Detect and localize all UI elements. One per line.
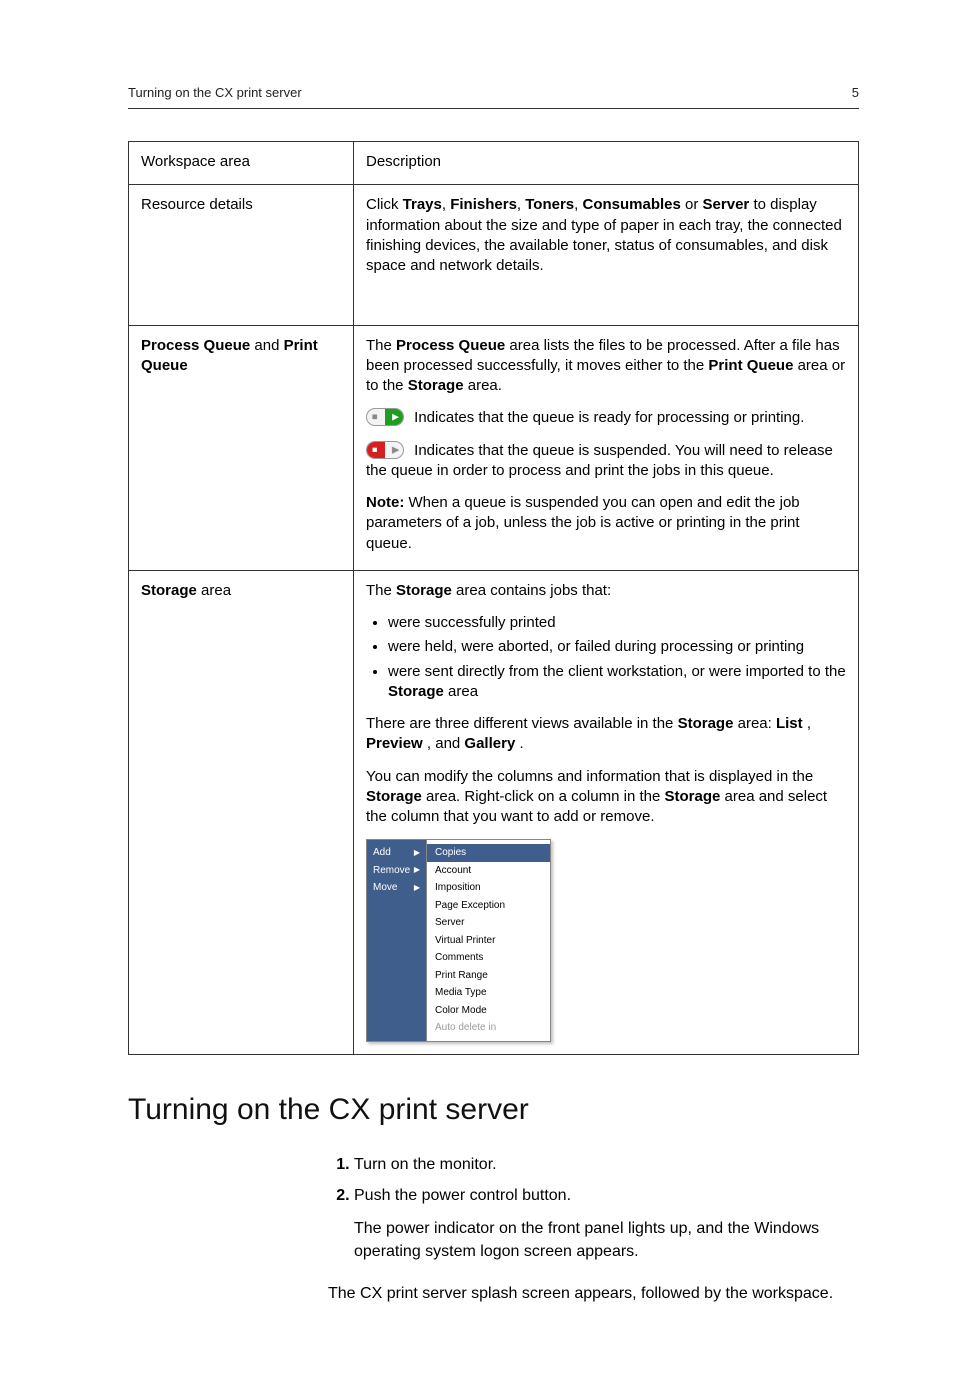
menu-item-remove[interactable]: Remove▶ (367, 862, 426, 880)
step-2: Push the power control button. The power… (354, 1184, 859, 1264)
steps-list: Turn on the monitor. Push the power cont… (328, 1153, 859, 1264)
bold: Gallery (464, 735, 515, 752)
bold: Trays (403, 196, 442, 213)
bold: Storage (366, 788, 422, 805)
text: Push the power control button. (354, 1187, 571, 1204)
bold: Finishers (450, 196, 517, 213)
section-trail: The CX print server splash screen appear… (328, 1282, 859, 1305)
page-number: 5 (852, 85, 859, 100)
text: area (448, 683, 478, 700)
text: area contains jobs that: (456, 582, 611, 599)
submenu-item-color-mode[interactable]: Color Mode (427, 1002, 550, 1020)
submenu-item-virtual-printer[interactable]: Virtual Printer (427, 932, 550, 950)
bold: Storage (664, 788, 720, 805)
workspace-table: Workspace area Description Resource deta… (128, 141, 859, 1055)
text: area. (468, 377, 502, 394)
section-heading: Turning on the CX print server (128, 1093, 859, 1127)
bold: Process Queue (396, 337, 505, 354)
list-item: were held, were aborted, or failed durin… (388, 637, 846, 657)
text: area. Right-click on a column in the (426, 788, 664, 805)
submenu-item-copies[interactable]: Copies (427, 844, 550, 862)
row-desc: Click Trays, Finishers, Toners, Consumab… (354, 185, 859, 325)
text: area (197, 582, 231, 599)
submenu-item-print-range[interactable]: Print Range (427, 967, 550, 985)
col-header-area: Workspace area (129, 142, 354, 185)
row-label: Resource details (129, 185, 354, 325)
list-item: were successfully printed (388, 613, 846, 633)
text: , (442, 196, 450, 213)
text: , (807, 715, 811, 732)
submenu-item-comments[interactable]: Comments (427, 949, 550, 967)
text: , (574, 196, 582, 213)
bold: Process Queue (141, 337, 250, 354)
submenu-item-media-type[interactable]: Media Type (427, 984, 550, 1002)
chevron-right-icon: ▶ (414, 865, 420, 876)
text: were sent directly from the client works… (388, 663, 846, 680)
queue-suspended-icon: ■▶ (366, 441, 404, 459)
menu-item-move[interactable]: Move▶ (367, 879, 426, 897)
table-row-storage: Storage area The Storage area contains j… (129, 570, 859, 1054)
col-header-desc: Description (354, 142, 859, 185)
text: Indicates that the queue is suspended. Y… (366, 442, 833, 479)
text: The (366, 337, 396, 354)
text: and (250, 337, 283, 354)
context-menu-primary: Add▶ Remove▶ Move▶ (367, 840, 427, 1041)
chevron-right-icon: ▶ (414, 883, 420, 894)
bold: Storage (396, 582, 452, 599)
bold: Note: (366, 494, 404, 511)
row-desc: The Process Queue area lists the files t… (354, 325, 859, 570)
submenu-item-auto-delete-in[interactable]: Auto delete in (427, 1019, 550, 1037)
bold: Storage (388, 683, 444, 700)
bold: Preview (366, 735, 423, 752)
row-label: Process Queue and Print Queue (129, 325, 354, 570)
menu-item-add[interactable]: Add▶ (367, 844, 426, 862)
bold: Toners (525, 196, 574, 213)
submenu-item-page-exception[interactable]: Page Exception (427, 897, 550, 915)
chevron-right-icon: ▶ (414, 848, 420, 859)
bold: Storage (141, 582, 197, 599)
submenu-item-server[interactable]: Server (427, 914, 550, 932)
text: There are three different views availabl… (366, 715, 678, 732)
row-desc: The Storage area contains jobs that: wer… (354, 570, 859, 1054)
row-label: Storage area (129, 570, 354, 1054)
storage-list: were successfully printed were held, wer… (366, 613, 846, 702)
context-menu-submenu: Copies Account Imposition Page Exception… (427, 840, 550, 1041)
queue-ready-icon: ■▶ (366, 408, 404, 426)
page: Turning on the CX print server 5 Workspa… (0, 0, 954, 1375)
table-head-row: Workspace area Description (129, 142, 859, 185)
bold: Server (703, 196, 750, 213)
text: . (519, 735, 523, 752)
bold: Print Queue (708, 357, 793, 374)
step-2-result: The power indicator on the front panel l… (354, 1217, 859, 1263)
text: , and (427, 735, 465, 752)
bold: Storage (408, 377, 464, 394)
bold: Storage (678, 715, 734, 732)
table-row-queues: Process Queue and Print Queue The Proces… (129, 325, 859, 570)
text: or (681, 196, 703, 213)
text: , (517, 196, 525, 213)
text: Click (366, 196, 403, 213)
running-header: Turning on the CX print server 5 (128, 85, 859, 109)
bold: List (776, 715, 803, 732)
text: When a queue is suspended you can open a… (366, 494, 800, 552)
context-menu: Add▶ Remove▶ Move▶ Copies Account Imposi… (366, 839, 551, 1042)
running-title: Turning on the CX print server (128, 85, 302, 100)
table-row-resource-details: Resource details Click Trays, Finishers,… (129, 185, 859, 325)
bold: Consumables (583, 196, 681, 213)
text: You can modify the columns and informati… (366, 768, 813, 785)
submenu-item-account[interactable]: Account (427, 862, 550, 880)
section-body: Turn on the monitor. Push the power cont… (328, 1153, 859, 1305)
text: area: (738, 715, 776, 732)
submenu-item-imposition[interactable]: Imposition (427, 879, 550, 897)
list-item: were sent directly from the client works… (388, 662, 846, 703)
text: The (366, 582, 396, 599)
text: Indicates that the queue is ready for pr… (414, 409, 804, 426)
step-1: Turn on the monitor. (354, 1153, 859, 1176)
